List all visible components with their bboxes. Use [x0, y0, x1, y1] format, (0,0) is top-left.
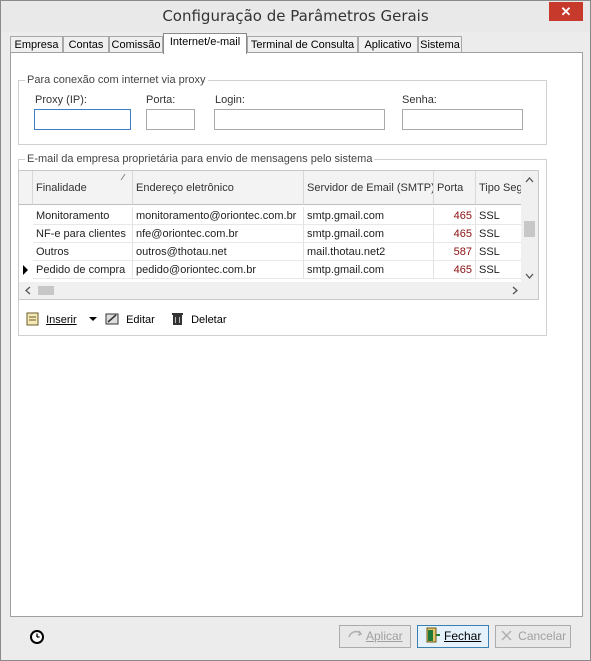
door-exit-icon [426, 627, 440, 643]
trash-icon [172, 313, 183, 325]
row-indicator [19, 225, 33, 243]
table-row[interactable]: Outros outros@thotau.net mail.thotau.net… [19, 243, 526, 261]
edit-label: Editar [126, 314, 155, 326]
grid-indicator-header [19, 171, 33, 205]
tab-internet-email[interactable]: Internet/e-mail [163, 33, 247, 54]
cell-finalidade: Outros [33, 243, 133, 261]
window-title: Configuração de Parâmetros Gerais [162, 7, 429, 25]
cell-tipo: SSL [476, 225, 526, 243]
delete-label: Deletar [191, 314, 227, 326]
email-group-label: E-mail da empresa proprietária para envi… [25, 153, 375, 165]
proxy-group: Para conexão com internet via proxy Prox… [18, 74, 547, 145]
proxy-password-label: Senha: [402, 94, 437, 106]
clock-icon-graphic [30, 630, 44, 644]
apply-label: Aplicar [365, 629, 403, 643]
cell-finalidade: Pedido de compra [33, 261, 133, 279]
cell-servidor: mail.thotau.net2 [304, 243, 434, 261]
cell-porta: 465 [434, 261, 476, 279]
close-button[interactable]: Fechar [417, 625, 489, 648]
column-header-finalidade[interactable]: Finalidade [33, 171, 133, 205]
grid-vertical-scrollbar[interactable] [521, 171, 538, 285]
cell-porta: 465 [434, 207, 476, 225]
cell-servidor: smtp.gmail.com [304, 225, 434, 243]
column-header-porta[interactable]: Porta [434, 171, 476, 205]
close-window-button[interactable]: ✕ [549, 2, 583, 21]
cell-porta: 465 [434, 225, 476, 243]
column-header-label: Finalidade [36, 182, 87, 194]
edit-button[interactable]: Editar [104, 310, 155, 330]
column-header-servidor[interactable]: Servidor de Email (SMTP) [304, 171, 434, 205]
cell-endereco: nfe@oriontec.com.br [133, 225, 304, 243]
tab-panel-internet-email: Para conexão com internet via proxy Prox… [10, 52, 583, 617]
sort-indicator-icon [120, 173, 126, 181]
cell-servidor: smtp.gmail.com [304, 207, 434, 225]
vertical-scrollbar-graphic [524, 177, 535, 279]
proxy-ip-input[interactable] [34, 109, 131, 130]
column-header-endereco[interactable]: Endereço eletrônico [133, 171, 304, 205]
cell-finalidade: NF-e para clientes [33, 225, 133, 243]
delete-button[interactable]: Deletar [171, 310, 227, 330]
cancel-button[interactable]: Cancelar [495, 625, 571, 648]
apply-icon [348, 630, 363, 638]
proxy-port-input[interactable] [146, 109, 195, 130]
cell-servidor: smtp.gmail.com [304, 261, 434, 279]
table-row[interactable]: NF-e para clientes nfe@oriontec.com.br s… [19, 225, 526, 243]
close-label: Fechar [443, 629, 482, 643]
tab-strip: Empresa Contas Comissão Internet/e-mail … [10, 33, 582, 54]
cell-finalidade: Monitoramento [33, 207, 133, 225]
cell-porta: 587 [434, 243, 476, 261]
email-grid[interactable]: Finalidade Endereço eletrônico Servidor … [18, 170, 539, 300]
cell-endereco: outros@thotau.net [133, 243, 304, 261]
cancel-icon [501, 630, 512, 641]
insert-label: Inserir [46, 314, 77, 326]
proxy-group-label: Para conexão com internet via proxy [25, 74, 208, 86]
apply-button[interactable]: Aplicar [339, 625, 411, 648]
title-bar: Configuração de Parâmetros Gerais ✕ [1, 1, 590, 32]
insert-button[interactable]: Inserir [26, 310, 77, 330]
row-indicator [19, 243, 33, 261]
proxy-port-label: Porta: [146, 94, 176, 106]
grid-horizontal-scrollbar[interactable] [19, 282, 538, 299]
chevron-down-icon [89, 317, 97, 321]
proxy-login-input[interactable] [214, 109, 385, 130]
column-header-tipo[interactable]: Tipo Segu [476, 171, 526, 205]
clock-icon[interactable] [30, 630, 44, 644]
proxy-login-label: Login: [215, 94, 245, 106]
proxy-password-input[interactable] [402, 109, 523, 130]
cell-tipo: SSL [476, 261, 526, 279]
cell-endereco: pedido@oriontec.com.br [133, 261, 304, 279]
cell-tipo: SSL [476, 207, 526, 225]
cell-endereco: monitoramento@oriontec.com.br [133, 207, 304, 225]
table-row[interactable]: Pedido de compra pedido@oriontec.com.br … [19, 261, 526, 279]
current-row-indicator [19, 261, 33, 279]
proxy-ip-label: Proxy (IP): [35, 94, 87, 106]
row-indicator [19, 207, 33, 225]
insert-dropdown-button[interactable] [89, 310, 97, 330]
insert-icon [26, 312, 39, 326]
cancel-label: Cancelar [518, 629, 567, 643]
horizontal-scrollbar-graphic [25, 286, 518, 295]
parameters-window: Configuração de Parâmetros Gerais ✕ Empr… [0, 0, 591, 661]
edit-icon [105, 313, 119, 325]
current-row-arrow-icon [23, 265, 28, 275]
cell-tipo: SSL [476, 243, 526, 261]
table-row[interactable]: Monitoramento monitoramento@oriontec.com… [19, 207, 526, 225]
